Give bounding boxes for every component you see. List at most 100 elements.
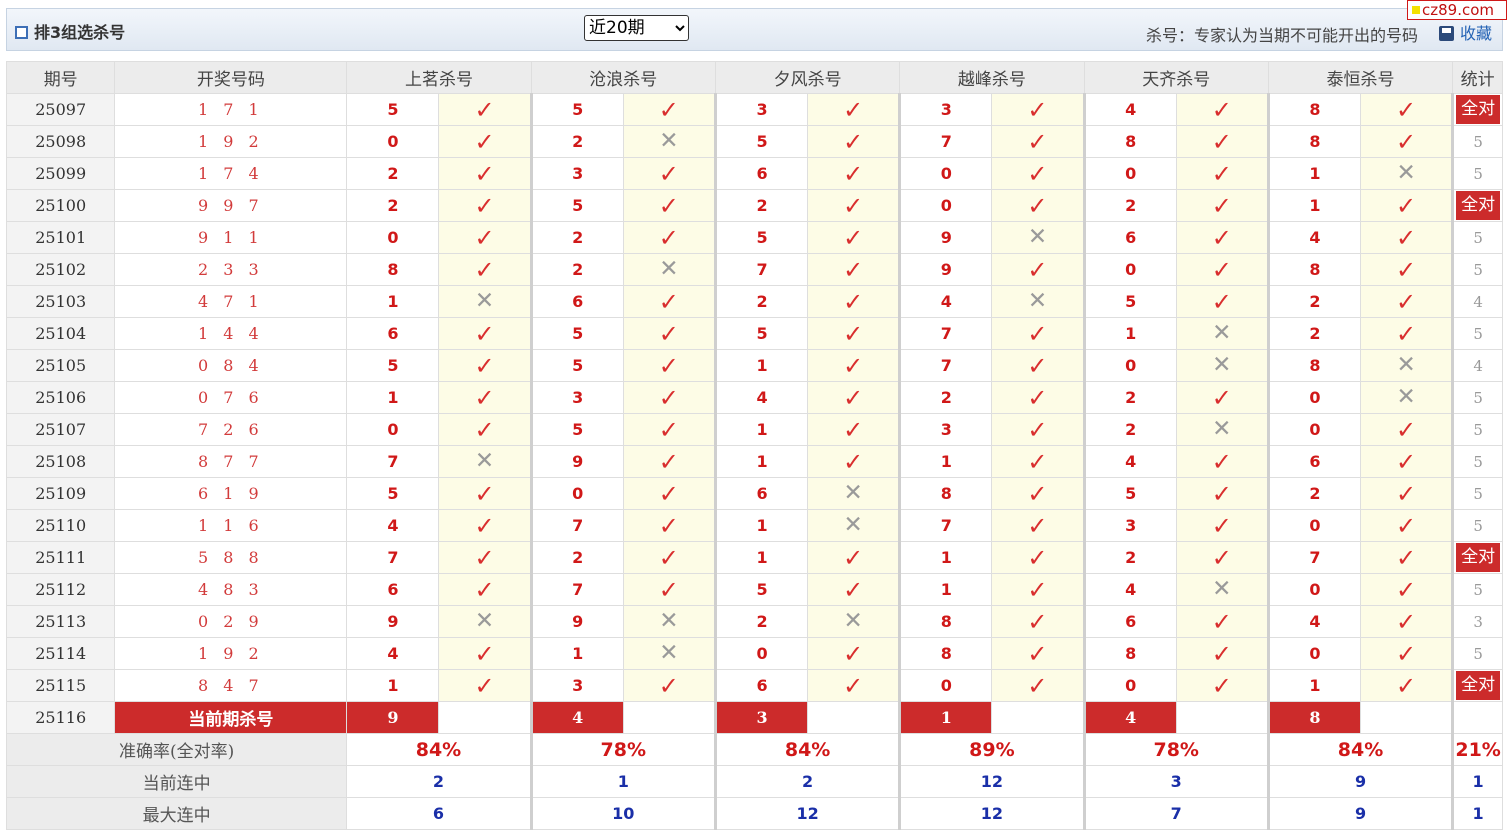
draw-numbers-cell: 1 7 4 xyxy=(114,157,348,190)
check-icon: ✓ xyxy=(807,573,901,606)
current-kill-number: 1 xyxy=(898,701,993,734)
check-icon: ✓ xyxy=(991,541,1085,574)
kill-number-cell: 1 xyxy=(1082,317,1177,350)
kill-number-cell: 4 xyxy=(1082,573,1177,606)
checkbox-icon xyxy=(15,26,28,39)
kill-number-cell: 6 xyxy=(713,477,809,510)
check-icon: ✓ xyxy=(807,349,901,382)
cross-icon: ✕ xyxy=(622,125,716,158)
check-icon: ✓ xyxy=(1360,285,1454,318)
check-icon: ✓ xyxy=(1360,605,1454,638)
check-icon: ✓ xyxy=(991,509,1085,542)
kill-number-cell: 8 xyxy=(1082,125,1177,158)
favorite-link[interactable]: 收藏 xyxy=(1438,20,1492,44)
check-icon: ✓ xyxy=(991,413,1085,446)
period-cell: 25101 xyxy=(5,221,116,254)
kill-number-cell: 7 xyxy=(529,573,624,606)
draw-numbers-cell: 5 8 8 xyxy=(114,541,348,574)
kill-number-cell: 5 xyxy=(1082,285,1177,318)
cross-icon: ✕ xyxy=(622,253,716,286)
kill-number-cell: 1 xyxy=(713,445,809,478)
cross-icon: ✕ xyxy=(438,605,532,638)
stats-cell: 5 xyxy=(1451,221,1503,254)
check-icon: ✓ xyxy=(438,637,532,670)
table-row: 25115 8 4 7 1 ✓ 3 ✓ 6 ✓ 0 ✓ 0 ✓ 1 ✓ 全对 xyxy=(5,669,1503,702)
check-icon: ✓ xyxy=(622,509,716,542)
kill-number-hint: 杀号：专家认为当期不可能开出的号码 xyxy=(1145,26,1418,45)
all-correct-badge: 全对 xyxy=(1456,191,1501,220)
check-icon: ✓ xyxy=(1175,381,1269,414)
col-expert-header: 泰恒杀号 xyxy=(1267,61,1454,94)
period-cell: 25114 xyxy=(5,637,116,670)
check-icon: ✓ xyxy=(622,93,716,126)
period-range-select[interactable]: 近20期 xyxy=(584,15,689,41)
table-row: 25102 2 3 3 8 ✓ 2 ✕ 7 ✓ 9 ✓ 0 ✓ 8 ✓ 5 xyxy=(5,253,1503,286)
check-icon: ✓ xyxy=(807,413,901,446)
check-icon: ✓ xyxy=(991,477,1085,510)
kill-number-cell: 5 xyxy=(529,349,624,382)
cross-icon: ✕ xyxy=(1175,317,1269,350)
period-cell: 25106 xyxy=(5,381,116,414)
stats-cell: 5 xyxy=(1451,637,1503,670)
kill-number-cell: 1 xyxy=(713,541,809,574)
check-icon: ✓ xyxy=(1360,637,1454,670)
period-cell: 25110 xyxy=(5,509,116,542)
cross-icon: ✕ xyxy=(1360,349,1454,382)
save-disk-icon xyxy=(1438,26,1454,41)
kill-number-cell: 1 xyxy=(898,573,993,606)
kill-number-cell: 3 xyxy=(529,381,624,414)
check-icon: ✓ xyxy=(807,189,901,222)
kill-number-cell: 8 xyxy=(898,637,993,670)
table-row: 25114 1 9 2 4 ✓ 1 ✕ 0 ✓ 8 ✓ 8 ✓ 0 ✓ 5 xyxy=(5,637,1503,670)
check-icon: ✓ xyxy=(807,157,901,190)
check-icon: ✓ xyxy=(807,637,901,670)
check-icon: ✓ xyxy=(991,445,1085,478)
draw-numbers-cell: 7 2 6 xyxy=(114,413,348,446)
kill-number-cell: 1 xyxy=(1266,157,1362,190)
cross-icon: ✕ xyxy=(1175,573,1269,606)
check-icon: ✓ xyxy=(438,381,532,414)
summary-value: 10 xyxy=(529,797,716,830)
table-row: 25097 1 7 1 5 ✓ 5 ✓ 3 ✓ 3 ✓ 4 ✓ 8 ✓ 全对 xyxy=(5,93,1503,126)
check-icon: ✓ xyxy=(1360,477,1454,510)
page-title: 排3组选杀号 xyxy=(15,19,125,43)
col-expert-header: 上茗杀号 xyxy=(346,61,532,94)
kill-number-cell: 6 xyxy=(529,285,624,318)
col-draw-header: 开奖号码 xyxy=(114,61,348,94)
cross-icon: ✕ xyxy=(1360,381,1454,414)
check-icon: ✓ xyxy=(1175,253,1269,286)
empty-cell xyxy=(622,701,716,734)
summary-value: 84% xyxy=(346,733,532,766)
page-header: 排3组选杀号 近20期 杀号：专家认为当期不可能开出的号码 收藏 xyxy=(6,8,1503,51)
check-icon: ✓ xyxy=(991,317,1085,350)
table-header-row: 期号 开奖号码 上茗杀号 沧浪杀号 夕风杀号 越峰杀号 天齐杀号 泰恒杀号 统计 xyxy=(5,61,1503,94)
kill-number-cell: 0 xyxy=(346,413,440,446)
check-icon: ✓ xyxy=(438,125,532,158)
check-icon: ✓ xyxy=(438,189,532,222)
stats-cell: 5 xyxy=(1451,413,1503,446)
kill-number-table: 期号 开奖号码 上茗杀号 沧浪杀号 夕风杀号 越峰杀号 天齐杀号 泰恒杀号 统计… xyxy=(5,61,1503,830)
stats-cell: 4 xyxy=(1451,285,1503,318)
check-icon: ✓ xyxy=(622,413,716,446)
summary-value: 12 xyxy=(898,765,1085,798)
kill-number-cell: 2 xyxy=(713,189,809,222)
kill-number-cell: 6 xyxy=(346,317,440,350)
summary-value: 9 xyxy=(1266,797,1454,830)
kill-number-cell: 5 xyxy=(346,93,440,126)
table-row: 25103 4 7 1 1 ✕ 6 ✓ 2 ✓ 4 ✕ 5 ✓ 2 ✓ 4 xyxy=(5,285,1503,318)
check-icon: ✓ xyxy=(438,413,532,446)
kill-number-cell: 0 xyxy=(1082,669,1177,702)
draw-numbers-cell: 0 8 4 xyxy=(114,349,348,382)
cross-icon: ✕ xyxy=(438,445,532,478)
summary-value: 89% xyxy=(898,733,1085,766)
kill-number-cell: 7 xyxy=(898,509,993,542)
accuracy-row: 准确率(全对率) 84% 78% 84% 89% 78% 84% 21% xyxy=(5,733,1503,766)
kill-number-cell: 0 xyxy=(1082,157,1177,190)
kill-number-cell: 2 xyxy=(529,221,624,254)
stats-cell: 5 xyxy=(1451,253,1503,286)
kill-number-cell: 6 xyxy=(713,669,809,702)
col-stats-header: 统计 xyxy=(1452,61,1503,94)
period-cell: 25100 xyxy=(5,189,116,222)
kill-number-cell: 4 xyxy=(1082,445,1177,478)
period-cell: 25104 xyxy=(5,317,116,350)
